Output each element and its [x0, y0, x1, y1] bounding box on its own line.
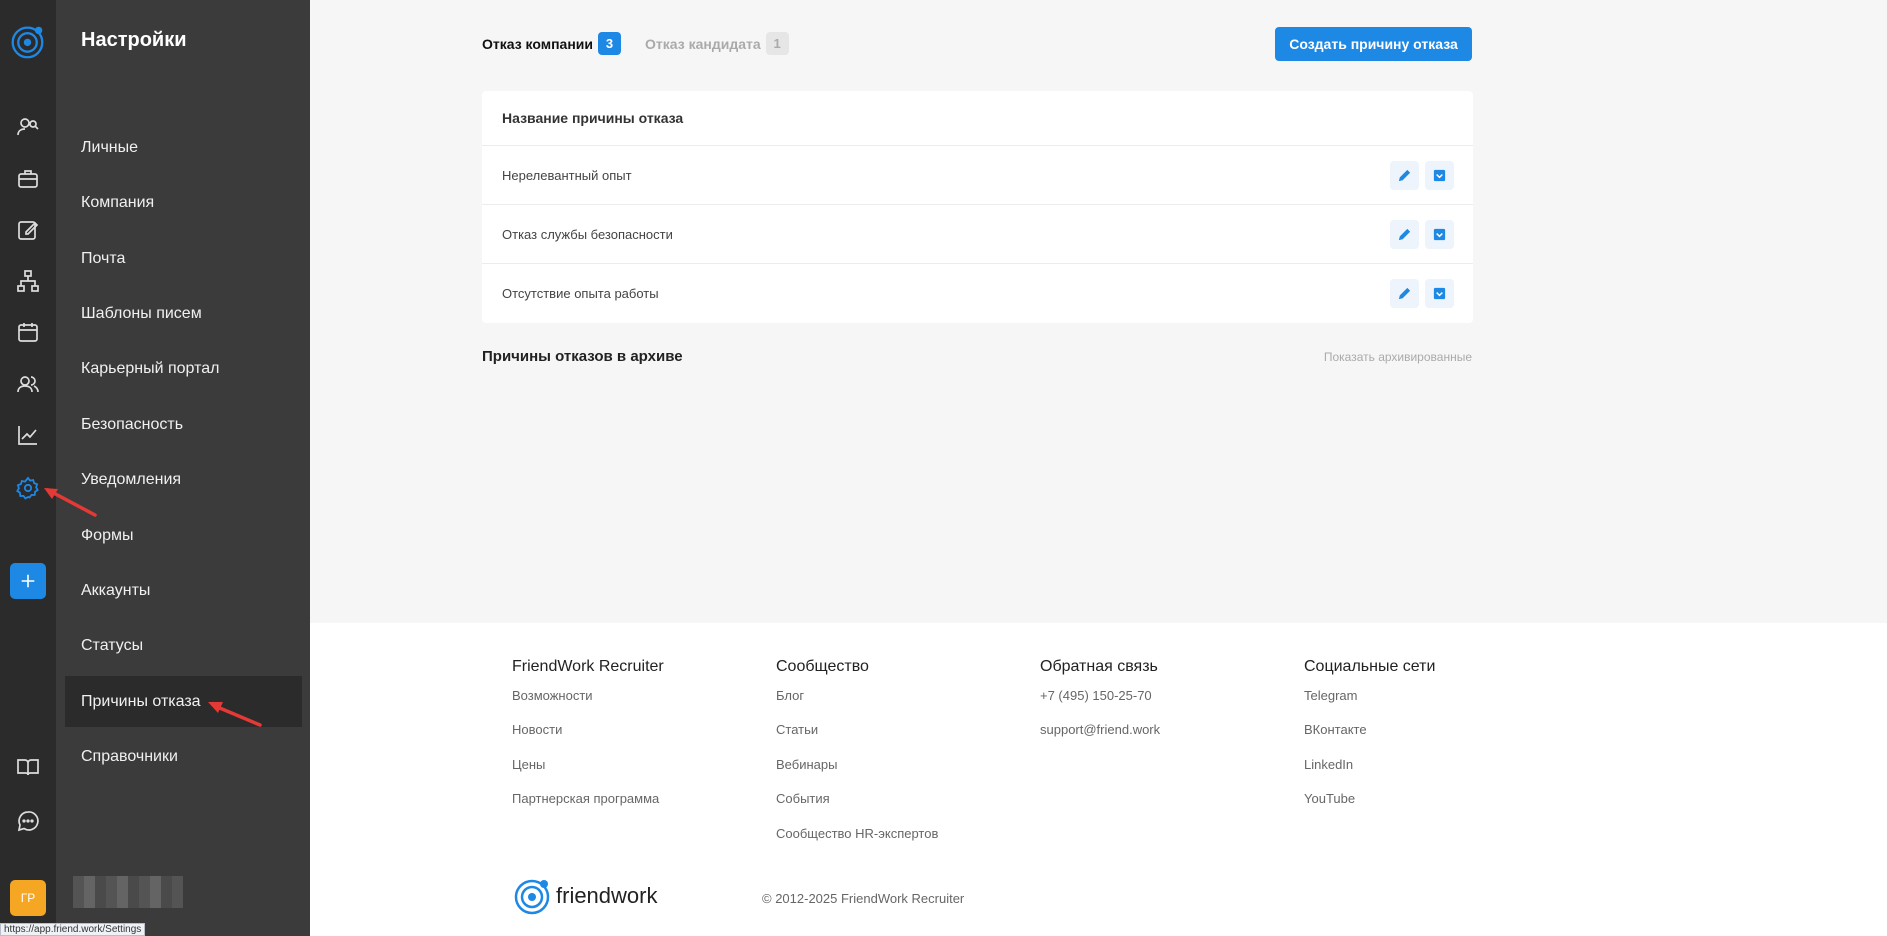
footer-link[interactable]: support@friend.work	[1040, 721, 1160, 755]
reason-name: Отказ службы безопасности	[502, 226, 673, 242]
table-row: Нерелевантный опыт	[482, 146, 1473, 205]
calendar-icon[interactable]	[14, 318, 42, 346]
reason-name: Отсутствие опыта работы	[502, 286, 659, 301]
footer-link[interactable]: Новости	[512, 721, 664, 755]
footer-col-contact: Обратная связь +7 (495) 150-25-70 suppor…	[1040, 658, 1160, 756]
knowledge-base-icon[interactable]	[14, 753, 42, 781]
sidebar-item-personal[interactable]: Личные	[65, 122, 302, 173]
footer-link[interactable]: Возможности	[512, 687, 664, 721]
footer-col-social: Социальные сети Telegram ВКонтакте Linke…	[1304, 658, 1435, 825]
table-header: Название причины отказа	[482, 91, 1473, 146]
sidebar-item-security[interactable]: Безопасность	[65, 399, 302, 450]
reason-name: Нерелевантный опыт	[502, 167, 632, 183]
avatar[interactable]: ГР	[10, 880, 46, 916]
archive-icon	[1433, 169, 1446, 181]
edit-button[interactable]	[1390, 160, 1419, 190]
footer-col-title: Социальные сети	[1304, 658, 1436, 675]
footer-col-title: FriendWork Recruiter	[512, 658, 664, 675]
footer-col-product: FriendWork Recruiter Возможности Новости…	[512, 658, 664, 825]
footer-logo[interactable]: friendwork	[512, 876, 657, 916]
analytics-icon[interactable]	[14, 421, 42, 449]
pencil-icon	[1398, 169, 1411, 181]
archive-icon	[1433, 287, 1446, 300]
friendwork-logo-icon	[514, 879, 550, 915]
tasks-icon[interactable]	[14, 216, 42, 244]
settings-icon[interactable]	[14, 474, 42, 502]
archive-button[interactable]	[1425, 279, 1454, 308]
footer-link[interactable]: Цены	[512, 756, 664, 790]
footer-col-title: Сообщество	[776, 658, 869, 675]
pencil-icon	[1398, 228, 1411, 240]
sidebar-item-career-portal[interactable]: Карьерный портал	[65, 343, 302, 394]
tab-label: Отказ компании	[482, 35, 594, 52]
table-row: Отсутствие опыта работы	[482, 264, 1473, 323]
rejection-tabs: Отказ компании 3 Отказ кандидата 1	[482, 32, 813, 55]
sidebar-item-company[interactable]: Компания	[65, 177, 302, 228]
icon-rail: ГР	[0, 0, 56, 936]
footer-link[interactable]: Сообщество HR-экспертов	[776, 825, 938, 859]
team-icon[interactable]	[14, 370, 42, 398]
sidebar-item-mail[interactable]: Почта	[65, 233, 302, 284]
footer-link[interactable]: Статьи	[776, 721, 938, 755]
archive-icon	[1433, 228, 1446, 240]
sidebar-title: Настройки	[81, 29, 187, 51]
footer: FriendWork Recruiter Возможности Новости…	[310, 623, 1887, 936]
tab-company-rejection[interactable]: Отказ компании 3	[482, 32, 622, 55]
sidebar-item-email-templates[interactable]: Шаблоны писем	[65, 288, 302, 339]
candidates-icon[interactable]	[14, 113, 42, 141]
chat-icon[interactable]	[14, 807, 42, 835]
pencil-icon	[1398, 287, 1411, 300]
edit-button[interactable]	[1390, 279, 1419, 308]
sidebar-item-accounts[interactable]: Аккаунты	[65, 565, 302, 616]
user-name-redacted[interactable]	[73, 876, 183, 908]
archive-button[interactable]	[1425, 219, 1454, 249]
edit-button[interactable]	[1390, 219, 1419, 249]
sidebar-item-directories[interactable]: Справочники	[65, 731, 302, 782]
count-badge: 1	[765, 32, 789, 55]
count-badge: 3	[598, 32, 622, 55]
footer-link[interactable]: Вебинары	[776, 756, 938, 790]
table-row: Отказ службы безопасности	[482, 205, 1473, 264]
footer-link[interactable]: LinkedIn	[1304, 756, 1435, 790]
footer-col-community: Сообщество Блог Статьи Вебинары События …	[776, 658, 938, 859]
footer-link[interactable]: Партнерская программа	[512, 790, 664, 824]
tab-candidate-rejection[interactable]: Отказ кандидата 1	[645, 32, 789, 55]
sidebar-item-statuses[interactable]: Статусы	[65, 620, 302, 671]
footer-link[interactable]: ВКонтакте	[1304, 721, 1435, 755]
archive-section-title: Причины отказов в архиве	[482, 348, 683, 365]
sidebar-item-forms[interactable]: Формы	[65, 510, 302, 561]
footer-link[interactable]: Telegram	[1304, 687, 1435, 721]
sidebar-item-rejection-reasons[interactable]: Причины отказа	[65, 676, 302, 727]
footer-link[interactable]: События	[776, 790, 938, 824]
archive-button[interactable]	[1425, 160, 1454, 190]
tab-label: Отказ кандидата	[645, 35, 761, 52]
create-reason-button[interactable]: Создать причину отказа	[1275, 27, 1472, 61]
add-button[interactable]	[10, 563, 46, 599]
structure-icon[interactable]	[14, 267, 42, 295]
show-archived-link[interactable]: Показать архивированные	[1315, 350, 1472, 364]
status-url-tooltip: https://app.friend.work/Settings	[0, 923, 146, 936]
copyright: © 2012-2025 FriendWork Recruiter	[762, 891, 965, 906]
footer-link[interactable]: Блог	[776, 687, 938, 721]
footer-link[interactable]: YouTube	[1304, 790, 1435, 824]
settings-sidebar: Настройки Личные Компания Почта Шаблоны …	[56, 0, 310, 936]
logo-text: friendwork	[556, 883, 658, 908]
sidebar-item-notifications[interactable]: Уведомления	[65, 454, 302, 505]
vacancies-icon[interactable]	[14, 165, 42, 193]
friendwork-logo-icon[interactable]	[9, 23, 46, 60]
footer-link[interactable]: +7 (495) 150-25-70	[1040, 687, 1160, 721]
footer-col-title: Обратная связь	[1040, 658, 1158, 675]
rejection-reasons-table: Название причины отказа Нерелевантный оп…	[482, 91, 1473, 323]
